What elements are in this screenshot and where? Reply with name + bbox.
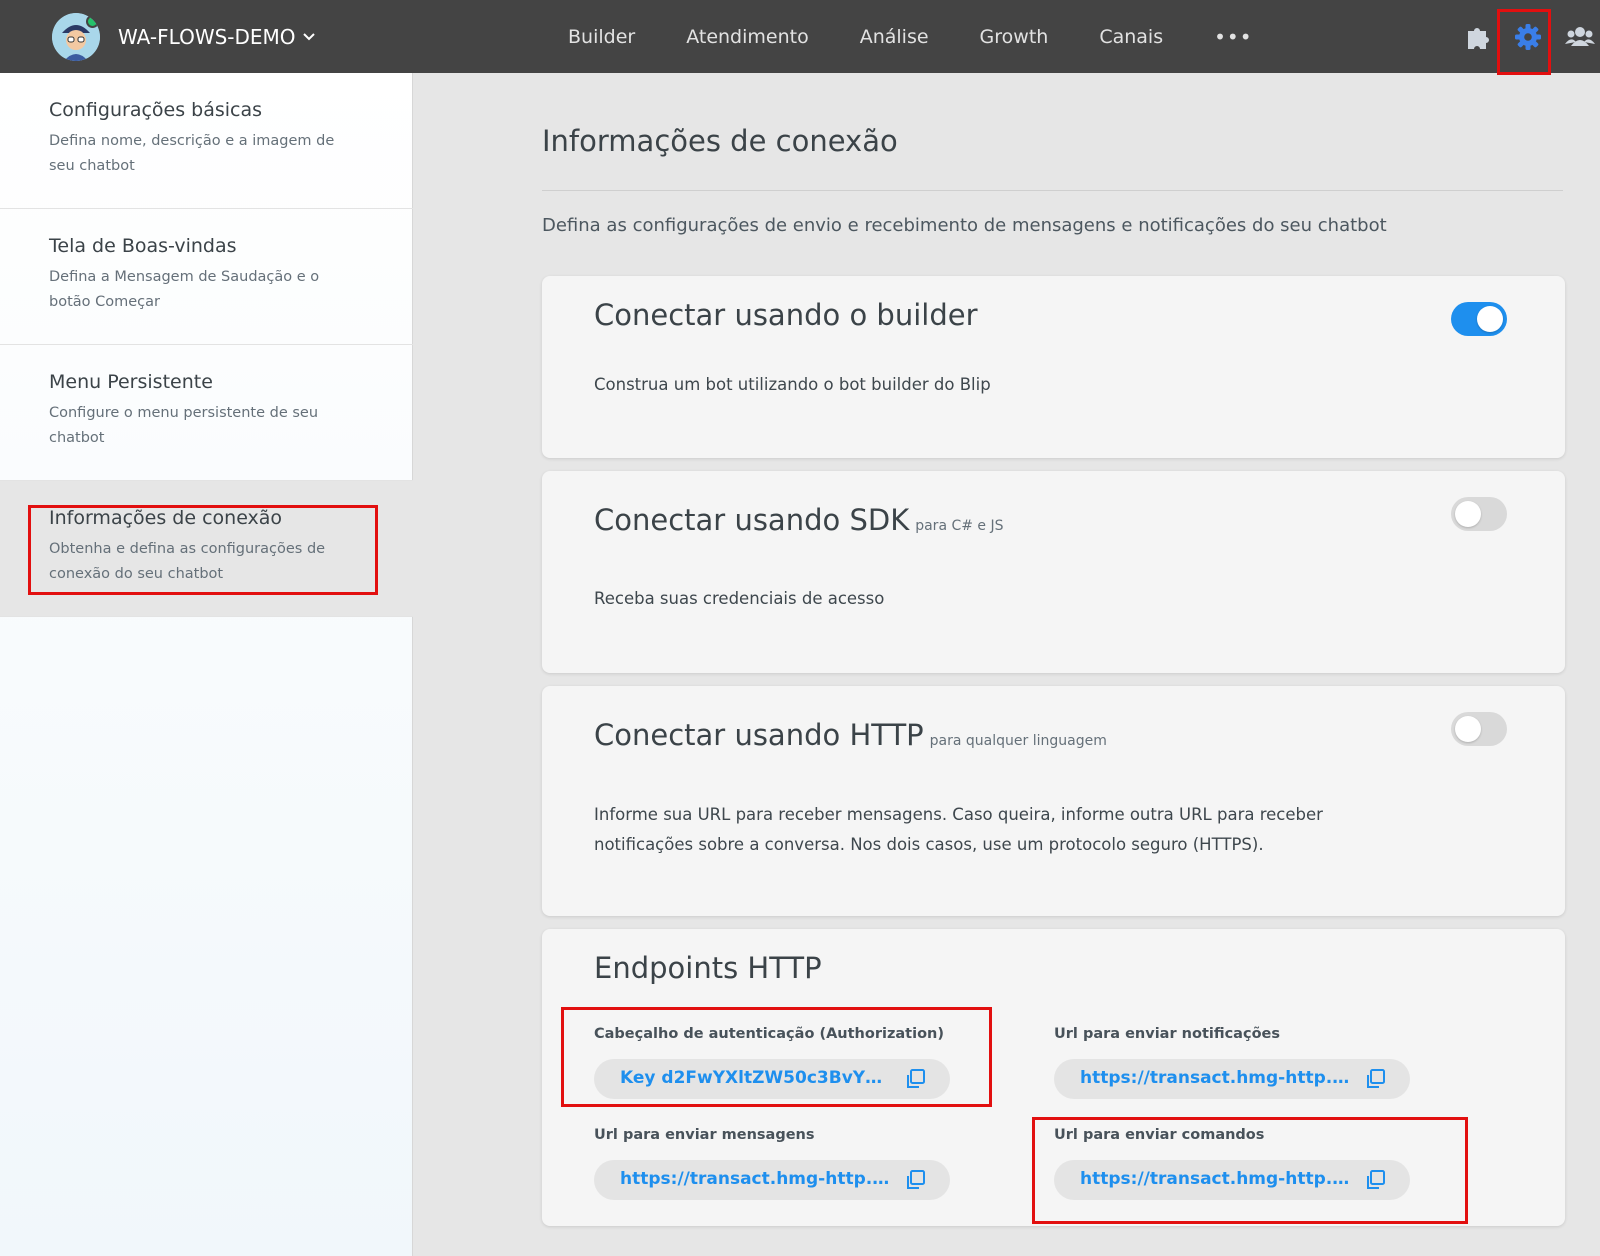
card-text: Informe sua URL para receber mensagens. …	[594, 805, 1323, 854]
more-menu-button[interactable]: •••	[1214, 25, 1252, 49]
http-toggle[interactable]	[1451, 712, 1507, 746]
highlight-authorization	[561, 1007, 992, 1107]
team-button[interactable]	[1563, 20, 1597, 54]
top-bar: WA-FLOWS-DEMO Builder Atendimento Anális…	[0, 0, 1600, 73]
card-text: Construa um bot utilizando o bot builder…	[594, 375, 991, 394]
toggle-knob	[1455, 716, 1481, 742]
notifications-url-value: https://transact.hmg-http.ms...	[1080, 1068, 1350, 1088]
notifications-url-copy[interactable]: https://transact.hmg-http.ms...	[1054, 1059, 1410, 1099]
sidebar-item-desc: Defina nome, descrição e a imagem de seu…	[49, 133, 335, 174]
card-subtitle: para C# e JS	[915, 518, 1004, 534]
card-text: Receba suas credenciais de acesso	[594, 589, 885, 608]
settings-sidebar: Configurações básicas Defina nome, descr…	[0, 73, 413, 1256]
sdk-toggle[interactable]	[1451, 497, 1507, 531]
sidebar-item-tela-boas-vindas[interactable]: Tela de Boas-vindas Defina a Mensagem de…	[0, 209, 413, 345]
copy-icon[interactable]	[1364, 1068, 1386, 1090]
field-label-mensagens: Url para enviar mensagens	[594, 1127, 815, 1143]
page-description: Defina as configurações de envio e receb…	[542, 215, 1387, 236]
tab-analise[interactable]: Análise	[860, 26, 929, 48]
messages-url-value: https://transact.hmg-http.ms...	[620, 1169, 890, 1189]
title-divider	[542, 190, 1563, 191]
highlight-sidebar-active	[28, 505, 378, 595]
toggle-knob	[1477, 306, 1503, 332]
online-status-dot	[86, 15, 99, 28]
messages-url-copy[interactable]: https://transact.hmg-http.ms...	[594, 1160, 950, 1200]
tab-growth[interactable]: Growth	[980, 26, 1049, 48]
card-subtitle: para qualquer linguagem	[929, 733, 1107, 749]
highlight-settings	[1497, 9, 1551, 75]
tab-canais[interactable]: Canais	[1099, 26, 1163, 48]
sidebar-item-desc: Defina a Mensagem de Saudação e o botão …	[49, 269, 320, 310]
copy-icon[interactable]	[904, 1169, 926, 1191]
card-title: Conectar usando o builder	[594, 298, 978, 332]
card-http: Conectar usando HTTP para qualquer lingua…	[542, 686, 1565, 916]
puzzle-icon	[1468, 28, 1489, 49]
builder-toggle[interactable]	[1451, 302, 1507, 336]
bot-selector[interactable]: WA-FLOWS-DEMO	[118, 22, 316, 52]
extensions-button[interactable]	[1462, 20, 1496, 54]
card-builder: Conectar usando o builder Construa um bo…	[542, 276, 1565, 458]
bot-name: WA-FLOWS-DEMO	[118, 25, 296, 49]
sidebar-item-title: Menu Persistente	[49, 371, 213, 393]
card-sdk: Conectar usando SDK para C# e JS Receba s…	[542, 471, 1565, 673]
sidebar-item-title: Tela de Boas-vindas	[49, 235, 237, 257]
card-title: Conectar usando SDK para C# e JS	[594, 503, 1004, 537]
highlight-commands-url	[1032, 1117, 1468, 1224]
sidebar-item-menu-persistente[interactable]: Menu Persistente Configure o menu persis…	[0, 345, 413, 481]
toggle-knob	[1455, 501, 1481, 527]
sidebar-item-configuracoes-basicas[interactable]: Configurações básicas Defina nome, descr…	[0, 73, 413, 209]
card-title: Conectar usando HTTP para qualquer lingua…	[594, 718, 1107, 752]
card-title-text: Conectar usando o builder	[594, 298, 978, 332]
bot-avatar[interactable]	[52, 13, 100, 61]
endpoints-title: Endpoints HTTP	[594, 951, 822, 985]
main-nav: Builder Atendimento Análise Growth Canai…	[568, 22, 1253, 52]
card-title-text: Conectar usando SDK	[594, 503, 910, 537]
tab-builder[interactable]: Builder	[568, 26, 635, 48]
card-title-text: Conectar usando HTTP	[594, 718, 924, 752]
page-title: Informações de conexão	[542, 124, 898, 158]
chevron-down-icon	[302, 33, 315, 41]
field-label-notificacoes: Url para enviar notificações	[1054, 1026, 1280, 1042]
sidebar-item-desc: Configure o menu persistente de seu chat…	[49, 405, 319, 446]
sidebar-item-title: Configurações básicas	[49, 99, 263, 121]
tab-atendimento[interactable]: Atendimento	[686, 26, 809, 48]
users-icon	[1565, 27, 1595, 46]
